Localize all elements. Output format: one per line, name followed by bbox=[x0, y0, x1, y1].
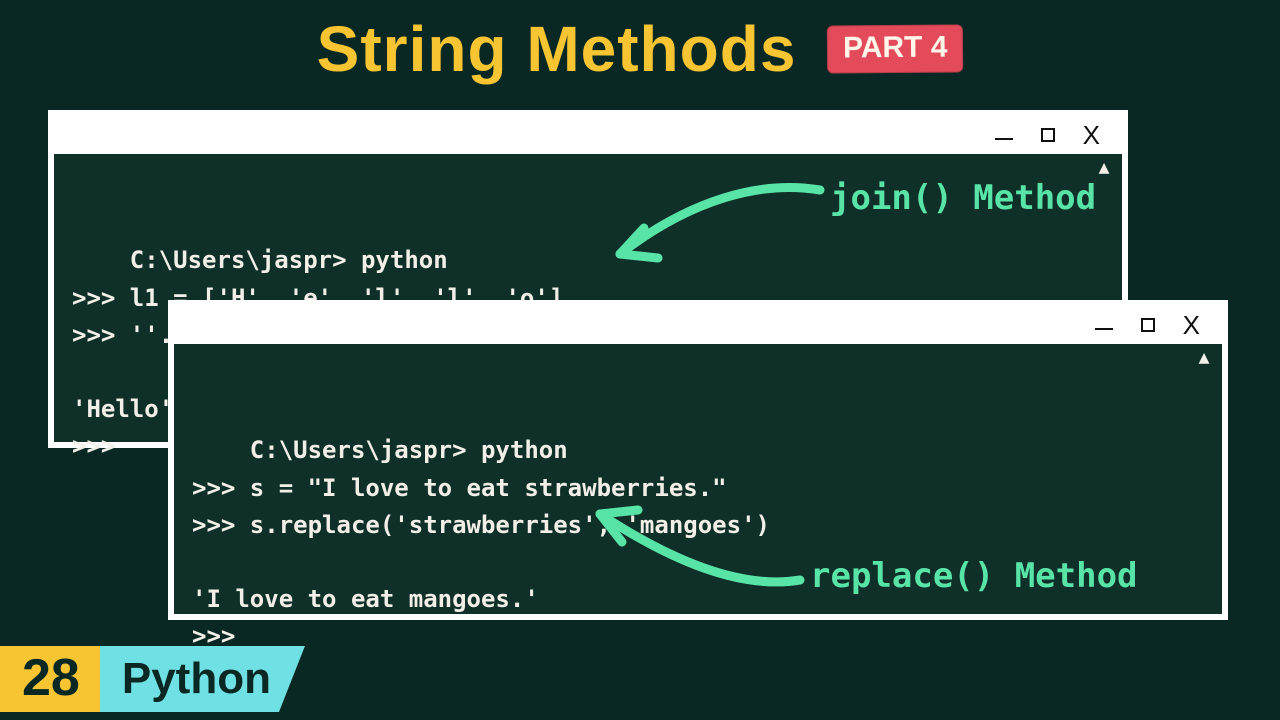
episode-language: Python bbox=[100, 646, 305, 712]
header: String Methods PART 4 bbox=[0, 12, 1280, 86]
episode-bar: 28 Python bbox=[0, 646, 305, 712]
arrow-icon bbox=[560, 490, 810, 600]
callout-replace: replace() Method bbox=[810, 556, 1138, 596]
callout-join: join() Method bbox=[830, 178, 1096, 218]
part-badge: PART 4 bbox=[827, 24, 964, 73]
scroll-up-icon[interactable]: ▲ bbox=[1194, 350, 1214, 366]
close-icon[interactable]: X bbox=[1083, 122, 1100, 148]
minimize-icon[interactable] bbox=[995, 138, 1013, 140]
maximize-icon[interactable] bbox=[1141, 318, 1155, 332]
page-title: String Methods bbox=[317, 12, 797, 86]
close-icon[interactable]: X bbox=[1183, 312, 1200, 338]
episode-number: 28 bbox=[0, 646, 100, 712]
arrow-icon bbox=[580, 170, 830, 280]
titlebar: X bbox=[54, 116, 1122, 154]
titlebar: X bbox=[174, 306, 1222, 344]
minimize-icon[interactable] bbox=[1095, 328, 1113, 330]
scroll-up-icon[interactable]: ▲ bbox=[1094, 160, 1114, 176]
maximize-icon[interactable] bbox=[1041, 128, 1055, 142]
